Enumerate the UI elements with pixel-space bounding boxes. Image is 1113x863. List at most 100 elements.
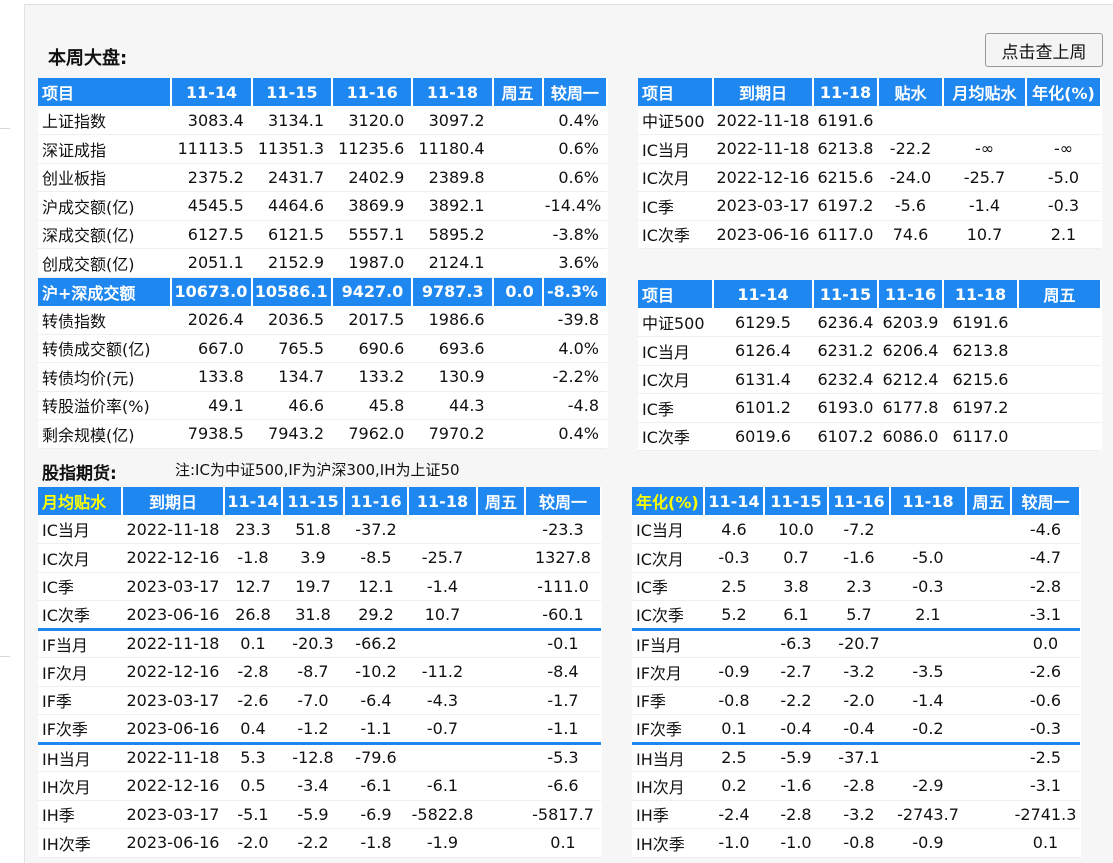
- table-cell: [966, 543, 1011, 573]
- table-cell: 46.6: [251, 391, 333, 420]
- table-cell: -5.0: [890, 543, 966, 573]
- table-row: IH次季 2023-06-16 -2.0 -2.2 -1.8 -1.9 0.1: [38, 828, 601, 858]
- table-cell: 10586.1: [251, 277, 334, 306]
- table-cell: 133.2: [332, 362, 413, 392]
- table-cell: 6107.2: [813, 422, 878, 451]
- table-cell: 2022-11-18: [713, 106, 813, 135]
- table-cell: 10.0: [764, 515, 828, 544]
- table-cell: -0.8: [704, 686, 764, 715]
- row-label: IF次月: [632, 657, 704, 687]
- table-cell: -5.0: [1026, 163, 1101, 192]
- row-label: IF次季: [38, 714, 122, 745]
- table-row: IC当月 4.6 10.0 -7.2 -4.6: [632, 515, 1080, 544]
- table-cell: [408, 515, 477, 544]
- table-cell: -3.2: [828, 657, 890, 687]
- annualized-table: 年化(%) 11-14 11-15 11-16 11-18 周五 较周一 IC当月 4.6 10.…: [632, 487, 1081, 858]
- column-header: 11-15: [813, 280, 879, 308]
- table-cell: [1018, 422, 1101, 451]
- table-cell: -0.9: [890, 828, 966, 858]
- table-cell: -1.1: [344, 714, 408, 745]
- column-header: 11-16: [828, 487, 891, 515]
- table-cell: 0.1: [224, 629, 282, 658]
- prev-week-button[interactable]: 点击查上周: [985, 33, 1103, 67]
- table-cell: [966, 743, 1011, 772]
- table-cell: 2022-11-18: [122, 629, 224, 658]
- table-cell: 6117.0: [943, 422, 1018, 451]
- table-cell: 6101.2: [713, 393, 813, 423]
- table-cell: [492, 391, 543, 420]
- table-cell: -60.1: [525, 600, 601, 631]
- table-cell: 0.7: [764, 543, 828, 573]
- table-cell: -3.8%: [542, 220, 607, 249]
- table-cell: -1.8: [224, 543, 282, 573]
- table-cell: 6127.5: [171, 220, 252, 249]
- table-cell: [492, 134, 543, 164]
- table-cell: [492, 191, 543, 221]
- table-cell: -4.7: [1011, 543, 1080, 573]
- table-row: IF季 2023-03-17 -2.6 -7.0 -6.4 -4.3 -1.7: [38, 686, 601, 715]
- table-cell: 10.7: [408, 600, 477, 631]
- table-cell: -39.8: [542, 305, 607, 335]
- column-header: 11-18: [813, 78, 879, 106]
- table-cell: -0.7: [408, 714, 477, 745]
- table-cell: [492, 419, 543, 449]
- row-label: IF当月: [632, 629, 704, 658]
- table-row: IC次季 6019.6 6107.2 6086.0 6117.0: [638, 422, 1101, 451]
- table-cell: -7.2: [828, 515, 890, 544]
- column-header: 11-14: [171, 78, 253, 106]
- column-header: 到期日: [713, 78, 814, 106]
- table-cell: -2.8: [764, 800, 828, 829]
- table-cell: [477, 828, 525, 858]
- table-cell: 0.6%: [542, 163, 607, 192]
- table-row: 转股溢价率(%) 49.1 46.6 45.8 44.3 -4.8: [38, 391, 607, 420]
- table-row: IH当月 2.5 -5.9 -37.1 -2.5: [632, 743, 1080, 772]
- table-row: IH季 2023-03-17 -5.1 -5.9 -6.9 -5822.8 -5817.7: [38, 800, 601, 829]
- table-cell: -23.3: [525, 515, 601, 544]
- table-cell: -6.4: [344, 686, 408, 715]
- column-header: 11-18: [408, 487, 478, 515]
- column-header: 贴水: [878, 78, 944, 106]
- table-cell: -10.2: [344, 657, 408, 687]
- row-label: 沪成交额(亿): [38, 191, 172, 221]
- table-cell: 3134.1: [251, 106, 333, 135]
- table-row: IC次月 6131.4 6232.4 6212.4 6215.6: [638, 365, 1101, 394]
- row-label: 创业板指: [38, 163, 172, 192]
- table-cell: 667.0: [171, 334, 252, 363]
- table-cell: [477, 800, 525, 829]
- row-label: IF季: [632, 686, 704, 715]
- row-label: IC次季: [632, 600, 704, 631]
- table-cell: -5.3: [525, 743, 601, 772]
- table-cell: 4.6: [704, 515, 764, 544]
- table-cell: -22.2: [878, 134, 943, 164]
- column-header: 年化(%): [632, 487, 705, 515]
- table-cell: -0.3: [1011, 714, 1080, 745]
- table-cell: [878, 106, 943, 135]
- table-cell: 6213.8: [813, 134, 878, 164]
- table-cell: 765.5: [251, 334, 333, 363]
- table-cell: 6117.0: [813, 220, 878, 249]
- table-cell: -6.9: [344, 800, 408, 829]
- column-header: 11-18: [943, 280, 1019, 308]
- table-cell: 6232.4: [813, 365, 878, 394]
- row-label: IC当月: [632, 515, 704, 544]
- table-cell: -2.5: [1011, 743, 1080, 772]
- table-cell: -20.7: [828, 629, 890, 658]
- row-label: IC季: [638, 393, 713, 423]
- table-cell: 2023-06-16: [122, 714, 224, 745]
- table-cell: -1.1: [525, 714, 601, 745]
- table-cell: [890, 515, 966, 544]
- table-cell: -1.7: [525, 686, 601, 715]
- table-row: IH次季 -1.0 -1.0 -0.8 -0.9 0.1: [632, 828, 1080, 858]
- table-row: IF次季 0.1 -0.4 -0.4 -0.2 -0.3: [632, 714, 1080, 745]
- table-cell: 6126.4: [713, 336, 813, 366]
- table-cell: [408, 629, 477, 658]
- table-cell: [966, 828, 1011, 858]
- row-label: IF当月: [38, 629, 122, 658]
- table-row: IH当月 2022-11-18 5.3 -12.8 -79.6 -5.3: [38, 743, 601, 772]
- table-cell: -20.3: [282, 629, 344, 658]
- row-label: IH次季: [632, 828, 704, 858]
- table-cell: -5.1: [224, 800, 282, 829]
- table-row: IC季 2023-03-17 6197.2 -5.6 -1.4 -0.3: [638, 191, 1101, 221]
- table-cell: [477, 686, 525, 715]
- table-cell: -∞: [943, 134, 1026, 164]
